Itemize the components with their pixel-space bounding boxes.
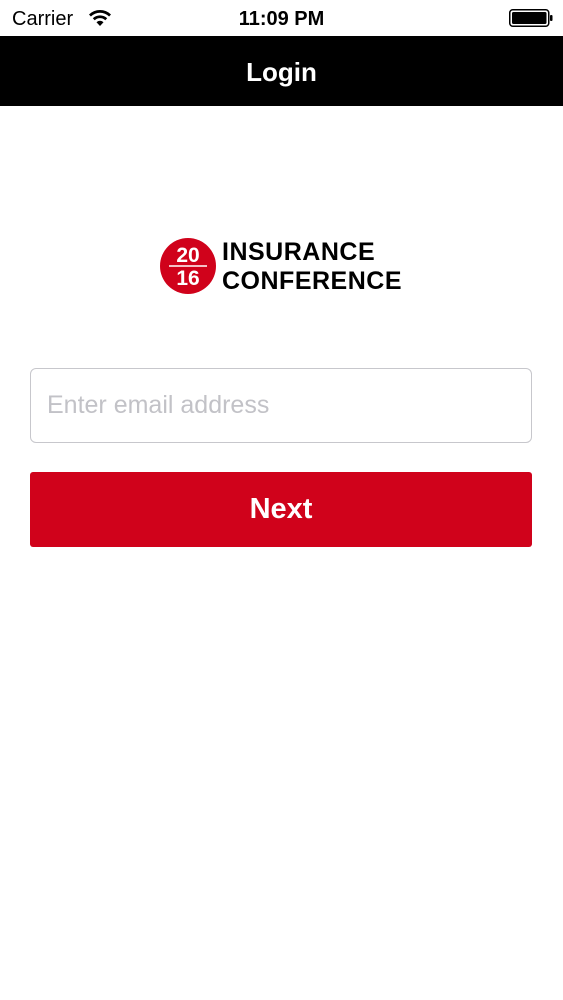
status-time: 11:09 PM — [238, 8, 325, 30]
battery-full-icon — [509, 9, 553, 27]
logo-badge-icon: 20 16 — [160, 238, 216, 294]
email-field[interactable] — [30, 368, 532, 443]
conference-logo: 20 16 INSURANCE CONFERENCE — [160, 238, 410, 298]
login-screen: Carrier 11:09 PM Login 20 16 INSURANCE C… — [0, 0, 563, 1000]
logo-badge-year-top: 20 — [176, 244, 199, 267]
logo-line-1: INSURANCE — [222, 238, 376, 266]
logo-line-2: CONFERENCE — [222, 267, 403, 295]
navigation-bar: Login — [0, 36, 563, 106]
status-bar: Carrier 11:09 PM — [0, 0, 563, 36]
logo-wordmark: INSURANCE CONFERENCE — [222, 238, 402, 296]
next-button[interactable]: Next — [30, 472, 532, 547]
logo-badge-year-bottom: 16 — [176, 267, 199, 290]
page-title: Login — [246, 57, 317, 87]
